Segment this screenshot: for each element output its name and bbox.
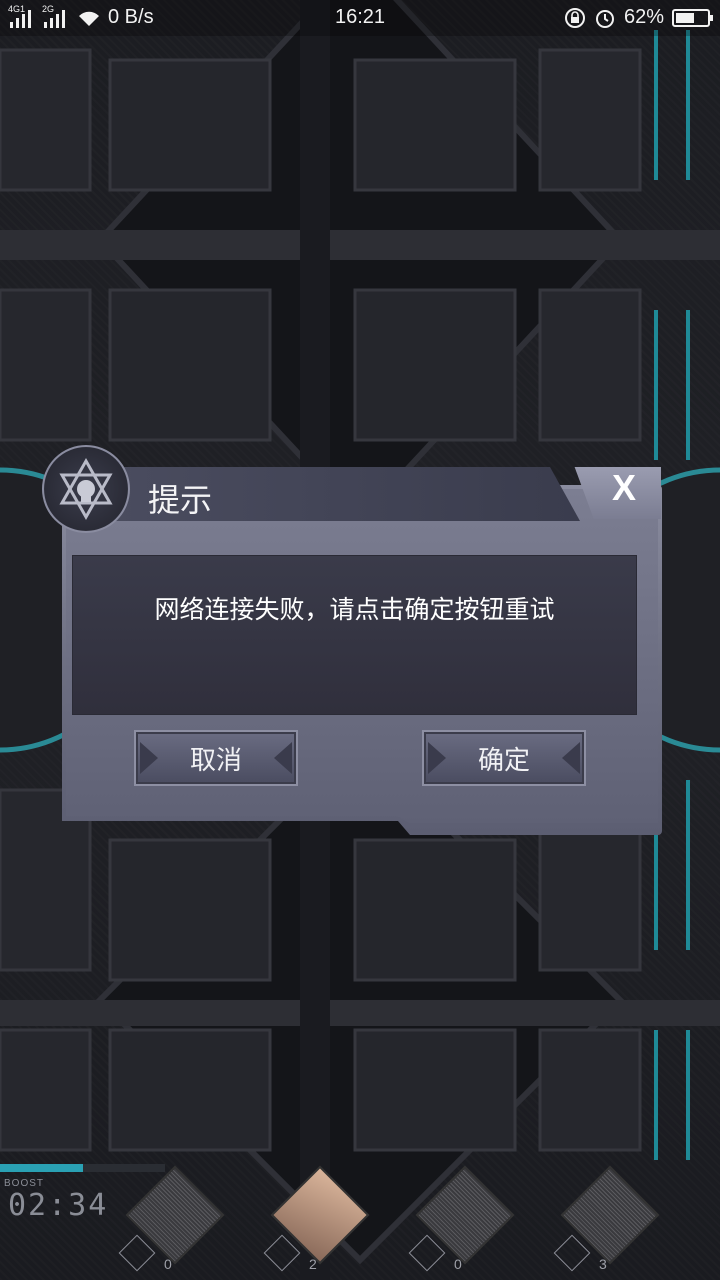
clock: 16:21 (334, 6, 386, 28)
character-slot[interactable]: 3 (553, 1165, 665, 1280)
confirm-button[interactable]: 确定 (422, 730, 586, 786)
message-panel: 网络连接失败，请点击确定按钮重试 (72, 555, 637, 715)
skull-emblem-icon (42, 445, 130, 533)
slot-count: 2 (309, 1256, 317, 1272)
rotation-lock-icon (564, 7, 585, 28)
timer: 02:34 (8, 1188, 109, 1223)
slot-count: 0 (454, 1256, 462, 1272)
bottom-hud: BOOST 02:34 0 2 0 3 (0, 1160, 720, 1280)
dialog-title: 提示 (148, 481, 213, 519)
battery-percent: 62% (623, 6, 664, 28)
cancel-button[interactable]: 取消 (134, 730, 298, 786)
confirm-button-label: 确定 (477, 745, 530, 776)
character-slot[interactable]: 2 (263, 1165, 375, 1280)
error-message: 网络连接失败，请点击确定按钮重试 (154, 595, 555, 624)
slot-count: 3 (599, 1256, 607, 1272)
close-icon[interactable]: X (612, 467, 636, 509)
battery-icon (672, 8, 713, 27)
character-slot[interactable]: 0 (118, 1165, 230, 1280)
status-bar: 4G1 2G 0 B/s 16:21 62% (0, 0, 720, 36)
character-slot[interactable]: 0 (408, 1165, 520, 1280)
boost-bar (0, 1164, 165, 1172)
slot-count: 0 (164, 1256, 172, 1272)
network-error-dialog: 提示 X 网络连接失败，请点击确定按钮重试 取消 确定 (40, 445, 665, 835)
cancel-button-label: 取消 (189, 745, 242, 776)
alarm-icon (595, 9, 614, 28)
